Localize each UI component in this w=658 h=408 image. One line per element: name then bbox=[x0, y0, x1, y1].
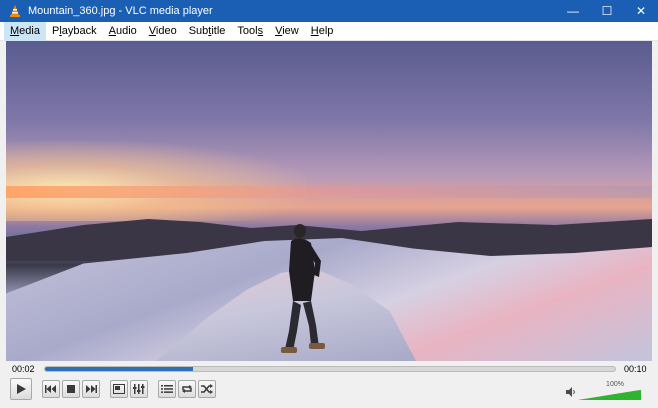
fullscreen-button[interactable] bbox=[110, 380, 128, 398]
hiker-figure bbox=[281, 224, 325, 353]
seek-bar[interactable] bbox=[44, 366, 616, 372]
horizon bbox=[6, 186, 652, 198]
next-button[interactable] bbox=[82, 380, 100, 398]
menu-video[interactable]: Video bbox=[143, 22, 183, 41]
menu-bar: Media Playback Audio Video Subtitle Tools View… bbox=[0, 21, 658, 41]
menu-playback[interactable]: Playback bbox=[46, 22, 103, 41]
menu-tools[interactable]: Tools bbox=[231, 22, 269, 41]
playback-buttons bbox=[10, 378, 218, 400]
menu-audio[interactable]: Audio bbox=[103, 22, 143, 41]
sunset-glow bbox=[6, 141, 306, 221]
stop-button[interactable] bbox=[62, 380, 80, 398]
play-button[interactable] bbox=[10, 378, 32, 400]
seek-progress bbox=[45, 367, 194, 371]
window-title: Mountain_360.jpg - VLC media player bbox=[28, 5, 213, 17]
menu-subtitle[interactable]: Subtitle bbox=[183, 22, 232, 41]
play-icon bbox=[17, 384, 26, 394]
volume-control[interactable]: 100% bbox=[565, 381, 645, 401]
volume-percent: 100% bbox=[606, 381, 624, 388]
stop-icon bbox=[67, 385, 75, 393]
control-panel: 00:02 00:10 100% bbox=[0, 361, 658, 408]
maximize-button[interactable]: ☐ bbox=[590, 0, 624, 22]
vlc-cone-icon bbox=[8, 4, 22, 18]
fullscreen-icon bbox=[113, 384, 125, 394]
speaker-icon[interactable] bbox=[565, 386, 577, 398]
playlist-button[interactable] bbox=[158, 380, 176, 398]
elapsed-time: 00:02 bbox=[12, 364, 35, 374]
close-button[interactable]: ✕ bbox=[624, 0, 658, 22]
title-bar[interactable]: Mountain_360.jpg - VLC media player — ☐ … bbox=[0, 0, 658, 22]
shuffle-icon bbox=[201, 384, 213, 394]
loop-button[interactable] bbox=[178, 380, 196, 398]
menu-help[interactable]: Help bbox=[305, 22, 340, 41]
menu-media[interactable]: Media bbox=[4, 21, 46, 41]
playlist-icon bbox=[161, 385, 173, 393]
total-time: 00:10 bbox=[624, 364, 647, 374]
loop-icon bbox=[182, 385, 192, 393]
video-display[interactable] bbox=[6, 41, 652, 361]
minimize-button[interactable]: — bbox=[556, 0, 590, 22]
volume-slider[interactable] bbox=[579, 390, 641, 400]
menu-view[interactable]: View bbox=[269, 22, 305, 41]
shuffle-button[interactable] bbox=[198, 380, 216, 398]
previous-button[interactable] bbox=[42, 380, 60, 398]
extended-settings-icon bbox=[133, 384, 145, 394]
previous-icon bbox=[45, 385, 56, 393]
next-icon bbox=[86, 385, 97, 393]
extended-settings-button[interactable] bbox=[130, 380, 148, 398]
vlc-window: Mountain_360.jpg - VLC media player — ☐ … bbox=[0, 0, 658, 408]
